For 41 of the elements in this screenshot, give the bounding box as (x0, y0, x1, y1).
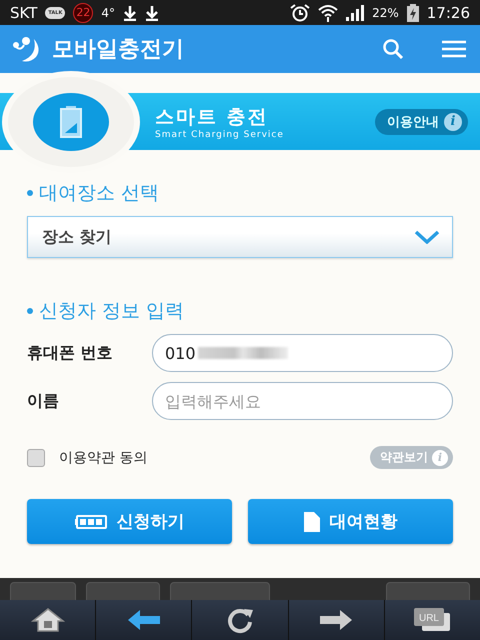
bullet-icon (27, 308, 33, 314)
home-icon (30, 607, 65, 633)
app-title: 모바일충전기 (52, 36, 185, 64)
location-select[interactable]: 장소 찾기 (27, 216, 453, 258)
reload-icon (226, 606, 254, 634)
field-label: 이름 (27, 390, 60, 412)
info-icon: i (432, 450, 448, 466)
terms-label: 이용약관 동의 (59, 448, 148, 466)
search-icon[interactable] (382, 38, 404, 60)
banner-title: 스마트 충전 (155, 104, 270, 130)
section-heading: 신청자 정보 입력 (39, 299, 184, 324)
signal-icon (346, 4, 364, 20)
back-arrow-icon (126, 609, 162, 631)
alarm-icon (290, 4, 310, 22)
bullet-icon (27, 190, 33, 196)
carrier-text: SKT (10, 4, 38, 22)
clock-time: 17:26 (426, 4, 470, 22)
field-label: 휴대폰 번호 (27, 342, 114, 364)
toolbar-button[interactable]: URL (384, 600, 480, 640)
input-field[interactable]: 010 (152, 334, 453, 372)
action-button[interactable]: 신청하기 (27, 499, 232, 544)
forward-arrow-icon (318, 609, 354, 631)
download-icon (144, 4, 159, 20)
download-icon (122, 4, 137, 20)
menu-icon[interactable] (442, 40, 466, 58)
guide-button[interactable]: 이용안내 i (375, 108, 468, 134)
chevron-down-icon (414, 230, 440, 244)
banner-subtitle: Smart Charging Service (155, 130, 285, 140)
info-icon: i (444, 112, 462, 130)
battery-percent: 22% (372, 6, 399, 20)
temperature-text: 4° (101, 6, 115, 20)
document-icon (304, 512, 320, 532)
battery-icon (74, 514, 106, 528)
section-heading: 대여장소 선택 (39, 181, 160, 206)
action-button[interactable]: 대여현황 (248, 499, 453, 544)
wifi-icon (318, 4, 338, 22)
view-terms-button[interactable]: 약관보기 i (370, 446, 453, 469)
checkbox[interactable] (27, 448, 45, 466)
notification-badge: 22 (73, 2, 94, 22)
charging-battery-icon (406, 4, 419, 22)
input-field[interactable]: 입력해주세요 (152, 382, 453, 420)
